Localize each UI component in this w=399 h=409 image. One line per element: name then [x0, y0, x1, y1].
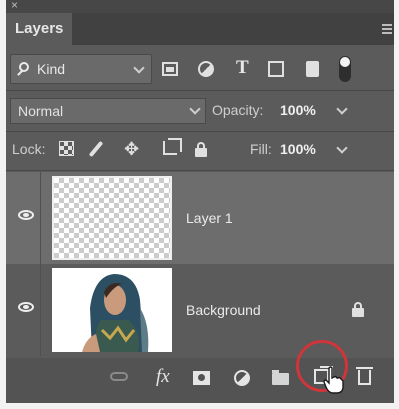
shape-filter-icon[interactable] — [268, 61, 284, 77]
delete-layer-icon[interactable] — [356, 367, 373, 385]
visibility-eye-icon[interactable] — [18, 302, 34, 312]
layer-row-background[interactable]: Background — [6, 264, 394, 356]
divider — [6, 90, 394, 91]
smart-object-filter-icon[interactable] — [306, 61, 319, 77]
tab-bar: Layers — [6, 13, 394, 45]
opacity-label: Opacity: — [212, 102, 264, 118]
lock-position-icon[interactable]: ✥ — [124, 140, 139, 158]
kind-filter-label: Kind — [37, 61, 66, 77]
close-icon[interactable]: × — [11, 0, 18, 12]
chevron-down-icon — [133, 62, 145, 74]
blend-mode-value: Normal — [18, 103, 64, 119]
opacity-chevron-icon[interactable] — [336, 103, 348, 115]
lock-transparent-pixels-icon[interactable] — [59, 141, 74, 156]
visibility-eye-icon[interactable] — [18, 210, 34, 220]
link-layers-icon[interactable] — [110, 372, 128, 381]
lock-label: Lock: — [12, 141, 46, 157]
filter-toggle[interactable] — [339, 56, 351, 82]
image-filter-icon[interactable] — [162, 62, 178, 76]
kind-filter-dropdown[interactable]: Kind — [10, 54, 152, 84]
type-filter-icon[interactable]: T — [236, 57, 249, 78]
divider — [6, 131, 394, 132]
tab-layers[interactable]: Layers — [6, 13, 72, 45]
lock-artboard-icon[interactable] — [163, 138, 182, 155]
panel-menu-icon[interactable] — [382, 24, 392, 36]
chevron-down-icon — [189, 103, 201, 115]
layers-footer-toolbar: fx — [6, 340, 394, 403]
fill-value[interactable]: 100% — [280, 141, 316, 157]
layer-lock-icon[interactable] — [352, 302, 364, 317]
add-mask-icon[interactable] — [193, 371, 210, 385]
layers-panel: × Layers Kind T Normal Opacity: 100% Loc… — [6, 0, 394, 403]
divider — [6, 170, 394, 171]
layer-row-layer-1[interactable]: Layer 1 — [6, 172, 394, 264]
lock-all-icon[interactable] — [195, 142, 207, 157]
layer-style-icon[interactable]: fx — [156, 366, 170, 388]
eye-column-divider — [40, 264, 41, 356]
new-group-icon[interactable] — [272, 370, 289, 385]
layer-name[interactable]: Background — [186, 302, 261, 318]
adjustment-filter-icon[interactable] — [198, 61, 214, 77]
portrait-photo — [52, 268, 172, 352]
panel-top-strip: × — [6, 0, 394, 13]
fill-chevron-icon[interactable] — [336, 142, 348, 154]
lock-image-pixels-icon[interactable] — [88, 140, 104, 158]
opacity-value[interactable]: 100% — [280, 102, 316, 118]
layer-thumbnail — [52, 176, 172, 260]
hand-cursor-icon — [323, 366, 344, 394]
eye-column-divider — [40, 172, 41, 264]
layer-name[interactable]: Layer 1 — [186, 210, 233, 226]
blend-mode-dropdown[interactable]: Normal — [10, 98, 206, 124]
search-icon — [19, 62, 29, 72]
adjustment-layer-icon[interactable] — [234, 370, 250, 386]
fill-label: Fill: — [250, 141, 272, 157]
layer-thumbnail — [52, 268, 172, 352]
